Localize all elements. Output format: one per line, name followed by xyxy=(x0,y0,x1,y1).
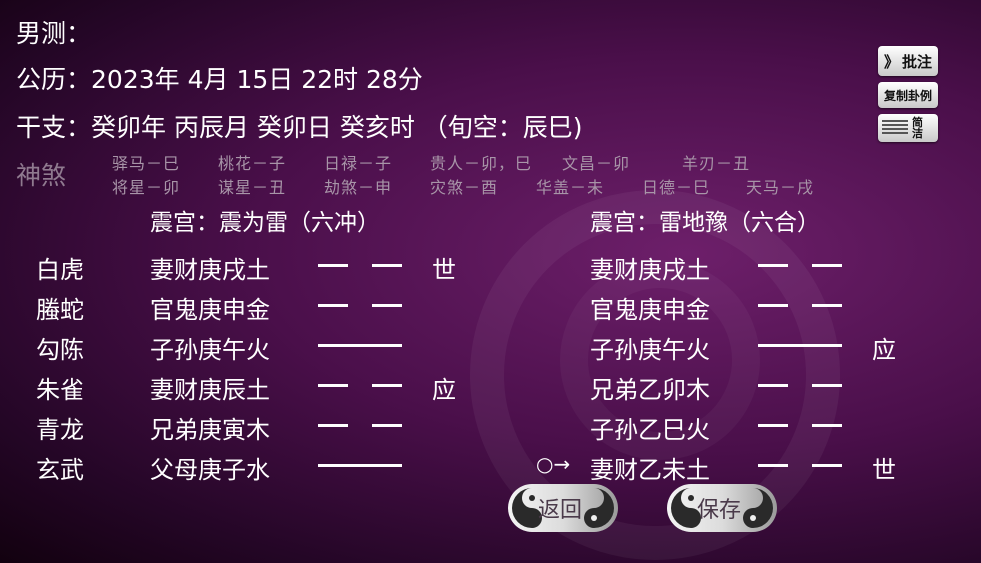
yang-line xyxy=(318,344,402,347)
ganzhi-value: 癸卯年 丙辰月 癸卯日 癸亥时 （旬空：辰巳) xyxy=(91,113,583,142)
yin-line-right xyxy=(812,264,842,267)
save-label: 保存 xyxy=(697,498,742,523)
yin-line-right xyxy=(812,304,842,307)
changed-yao-text: 妻财乙未土 xyxy=(590,456,710,484)
changed-yao-text: 官鬼庚申金 xyxy=(590,296,710,324)
shensha-item: 谋星－丑 xyxy=(218,178,287,197)
yin-line-left xyxy=(318,304,348,307)
moving-line-marker: ○→ xyxy=(536,452,571,476)
main-yao-mark: 世 xyxy=(432,256,456,284)
spirit-label: 白虎 xyxy=(36,256,84,284)
copy-case-label: 复制卦例 xyxy=(883,88,932,103)
yin-line-left xyxy=(318,384,348,387)
spirit-label: 朱雀 xyxy=(36,376,84,404)
main-yao-mark: 应 xyxy=(432,376,456,404)
changed-yao-text: 子孙乙巳火 xyxy=(590,416,710,444)
yin-line-left xyxy=(758,464,788,467)
main-yao-text: 妻财庚辰土 xyxy=(150,376,270,404)
calendar-value: 2023年 4月 15日 22时 28分 xyxy=(91,65,423,94)
shensha-item: 文昌－卯 xyxy=(562,154,631,173)
yin-line-left xyxy=(318,264,348,267)
yin-line-left xyxy=(318,424,348,427)
back-button[interactable]: 返回 xyxy=(508,484,618,532)
gender-label: 男测： xyxy=(16,19,92,48)
shensha-item: 桃花－子 xyxy=(218,154,287,173)
shensha-item: 劫煞－申 xyxy=(324,178,393,197)
yin-line-right xyxy=(372,264,402,267)
yin-line-left xyxy=(758,304,788,307)
changed-yao-text: 妻财庚戌土 xyxy=(590,256,710,284)
annotate-button[interactable]: 》 批注 xyxy=(878,46,938,76)
changed-yao-mark: 应 xyxy=(872,336,896,364)
main-yao-text: 官鬼庚申金 xyxy=(150,296,270,324)
ganzhi-row: 干支：癸卯年 丙辰月 癸卯日 癸亥时 （旬空：辰巳) xyxy=(16,108,583,144)
list-lines-icon xyxy=(882,120,908,136)
yin-line-right xyxy=(372,304,402,307)
ganzhi-label: 干支： xyxy=(16,113,92,142)
main-gua-title: 震宫：震为雷（六冲） xyxy=(150,210,380,236)
yin-line-right xyxy=(812,464,842,467)
double-chevron-icon: 》 xyxy=(883,52,899,71)
shensha-item: 天马－戌 xyxy=(746,178,815,197)
main-yao-text: 子孙庚午火 xyxy=(150,336,270,364)
shensha-item: 羊刃－丑 xyxy=(682,154,751,173)
yin-line-left xyxy=(758,384,788,387)
calendar-row: 公历：2023年 4月 15日 22时 28分 xyxy=(16,60,423,96)
save-button[interactable]: 保存 xyxy=(667,484,777,532)
spirit-label: 勾陈 xyxy=(36,336,84,364)
shensha-item: 日德－巳 xyxy=(642,178,711,197)
shensha-label: 神煞 xyxy=(16,161,67,190)
simple-view-label: 简洁 xyxy=(912,116,923,140)
main-yao-text: 妻财庚戌土 xyxy=(150,256,270,284)
changed-gua-title: 震宫：雷地豫（六合） xyxy=(590,210,820,236)
main-yao-text: 父母庚子水 xyxy=(150,456,270,484)
yin-line-right xyxy=(812,424,842,427)
changed-yao-text: 兄弟乙卯木 xyxy=(590,376,710,404)
yin-line-right xyxy=(372,424,402,427)
yin-line-right xyxy=(812,384,842,387)
shensha-item: 驿马－巳 xyxy=(112,154,181,173)
changed-yao-mark: 世 xyxy=(872,456,896,484)
spirit-label: 青龙 xyxy=(36,416,84,444)
copy-case-button[interactable]: 复制卦例 xyxy=(878,82,938,108)
spirit-label: 螣蛇 xyxy=(36,296,84,324)
yin-line-left xyxy=(758,264,788,267)
yang-line xyxy=(318,464,402,467)
shensha-item: 灾煞－酉 xyxy=(430,178,499,197)
yin-line-right xyxy=(372,384,402,387)
back-label: 返回 xyxy=(538,498,583,523)
simple-view-button[interactable]: 简洁 xyxy=(878,114,938,142)
yin-line-left xyxy=(758,424,788,427)
yang-line xyxy=(758,344,842,347)
shensha-item: 贵人－卯，巳 xyxy=(430,154,533,173)
calendar-label: 公历： xyxy=(16,65,92,94)
spirit-label: 玄武 xyxy=(36,456,84,484)
shensha-item: 将星－卯 xyxy=(112,178,181,197)
shensha-item: 华盖－未 xyxy=(536,178,605,197)
shensha-item: 日禄－子 xyxy=(324,154,393,173)
changed-yao-text: 子孙庚午火 xyxy=(590,336,710,364)
annotate-label: 批注 xyxy=(902,52,933,71)
main-yao-text: 兄弟庚寅木 xyxy=(150,416,270,444)
